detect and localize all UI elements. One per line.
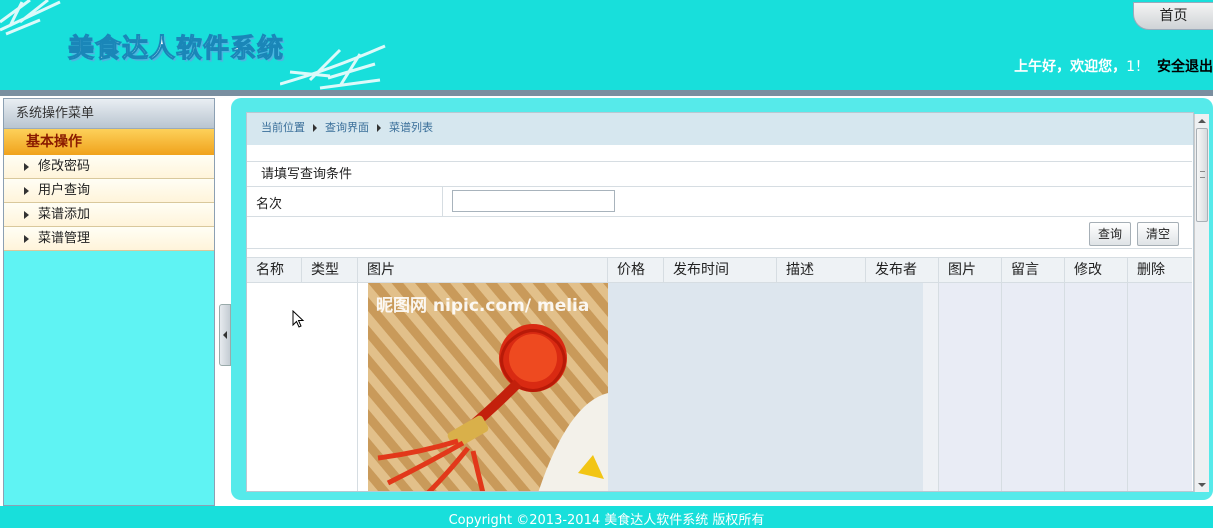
query-row: 名次 [247,187,1192,217]
sidebar-title: 系统操作菜单 [4,99,214,129]
rank-label: 名次 [256,197,283,212]
table-body: 昵图网 nipic.com/ melia [247,283,1192,491]
column-header-description: 描述 [777,258,866,283]
query-section-title: 请填写查询条件 [247,161,1192,187]
column-header-image: 图片 [358,258,608,283]
recipe-image[interactable]: 昵图网 nipic.com/ melia [368,283,608,491]
grip-icon [1200,171,1205,178]
query-label-cell: 名次 [247,187,443,216]
footer: Copyright ©2013-2014 美食达人软件系统 版权所有 [0,506,1213,528]
scroll-down-icon[interactable] [1198,483,1206,487]
chevron-left-icon [223,331,227,339]
clear-button[interactable]: 清空 [1137,222,1180,246]
column-header-publish-time: 发布时间 [664,258,777,283]
triangle-right-icon [24,234,29,243]
table-cell [923,283,939,491]
sidebar-item-user-query[interactable]: 用户查询 [4,179,214,203]
breadcrumb: 当前位置 查询界面 菜谱列表 [247,113,1193,145]
home-link[interactable]: 首页 [1133,2,1213,30]
column-header-delete: 删除 [1137,262,1165,278]
table-cell [939,283,1002,491]
header: 美食达人软件系统 首页 上午好，欢迎您，1！ 安全退出 [0,0,1213,90]
leaf-decoration-icon [280,44,386,90]
breadcrumb-recipe-list[interactable]: 菜谱列表 [389,121,433,134]
scroll-thumb[interactable] [1196,128,1208,222]
rank-input[interactable] [452,190,615,212]
breadcrumb-query-page[interactable]: 查询界面 [325,121,369,134]
sidebar-item-label: 修改密码 [38,159,91,174]
username: 1！ [1126,59,1149,75]
app-title: 美食达人软件系统 [67,34,285,65]
sidebar-item-label: 菜谱添加 [38,207,91,222]
sidebar-item-change-password[interactable]: 修改密码 [4,155,214,179]
triangle-right-icon [313,124,317,132]
triangle-right-icon [24,162,29,171]
scroll-up-icon[interactable] [1198,119,1206,123]
image-watermark: 昵图网 nipic.com/ melia [376,296,590,316]
table-cell [608,283,923,491]
column-header-edit: 修改 [1065,258,1128,283]
main-frame: 当前位置 查询界面 菜谱列表 请填写查询条件 名次 查询 清空 名称 类型 图片 价… [231,98,1213,500]
triangle-right-icon [377,124,381,132]
sidebar-item-recipe-manage[interactable]: 菜谱管理 [4,227,214,251]
recipe-table: 名称 类型 图片 价格 发布时间 描述 发布者 图片 留言 修改 删除 昵图网 … [247,257,1192,491]
sidebar-item-label: 菜谱管理 [38,231,91,246]
triangle-right-icon [24,186,29,195]
sidebar-collapse-handle[interactable] [219,304,231,366]
breadcrumb-current-position[interactable]: 当前位置 [261,121,305,134]
sidebar-group-basic[interactable]: 基本操作 [4,129,214,155]
header-separator [0,90,1213,96]
table-header: 名称 类型 图片 价格 发布时间 描述 发布者 图片 留言 修改 删除 [247,257,1192,283]
search-button[interactable]: 查询 [1089,222,1132,246]
column-header-price: 价格 [608,258,664,283]
vertical-scrollbar[interactable] [1194,114,1209,492]
sidebar-item-label: 用户查询 [38,183,91,198]
table-cell [1065,283,1128,491]
mouse-cursor-icon [292,310,305,328]
table-cell [1128,283,1192,491]
column-header-type: 类型 [302,258,358,283]
logout-link[interactable]: 安全退出 [1157,59,1213,75]
column-header-name: 名称 [247,258,302,283]
content-area: 当前位置 查询界面 菜谱列表 请填写查询条件 名次 查询 清空 名称 类型 图片 价… [246,112,1194,492]
greeting-bar: 上午好，欢迎您，1！ 安全退出 [1014,56,1213,76]
sidebar-item-recipe-add[interactable]: 菜谱添加 [4,203,214,227]
column-header-comment: 留言 [1002,258,1065,283]
triangle-right-icon [24,210,29,219]
column-header-image2: 图片 [939,258,1002,283]
column-header-publisher: 发布者 [866,258,939,283]
greeting-text: 上午好，欢迎您， [1014,59,1127,75]
sidebar: 系统操作菜单 基本操作 修改密码 用户查询 菜谱添加 菜谱管理 [3,98,215,506]
table-cell [1002,283,1065,491]
button-row: 查询 清空 [247,217,1192,249]
leaf-decoration-icon [0,0,61,36]
